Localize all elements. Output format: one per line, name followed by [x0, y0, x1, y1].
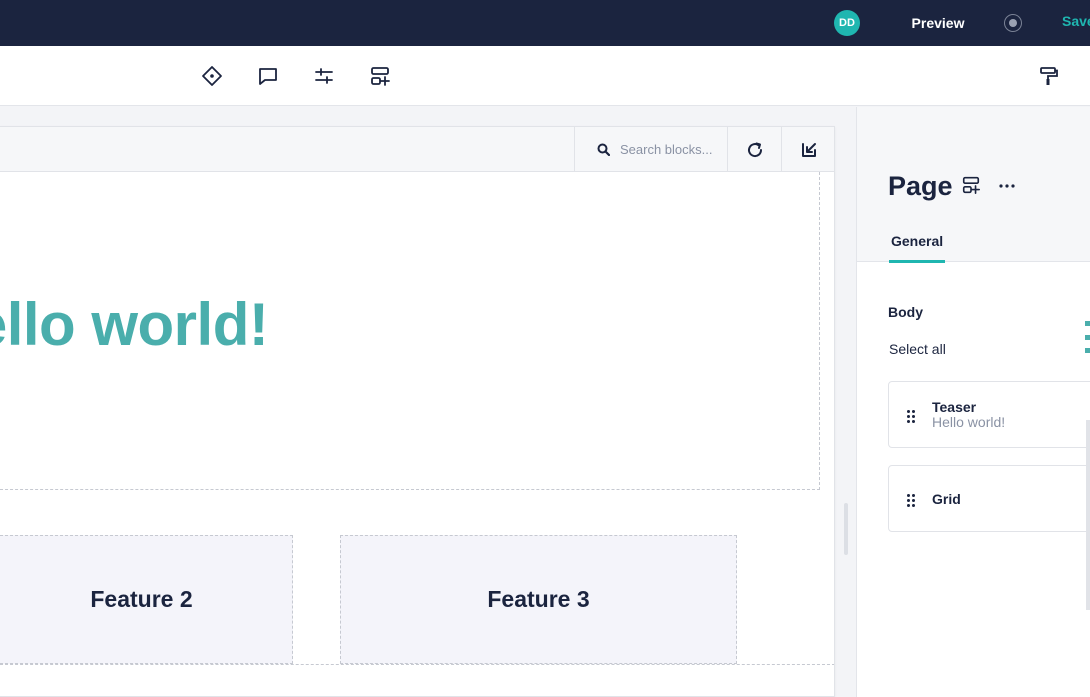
- paint-roller-icon[interactable]: [1034, 62, 1062, 90]
- search-input[interactable]: [620, 142, 720, 157]
- add-block-icon[interactable]: [961, 175, 981, 200]
- teaser-heading: Hello world!: [0, 291, 269, 358]
- refresh-icon[interactable]: [727, 127, 781, 172]
- block-item-teaser[interactable]: Teaser Hello world!: [888, 381, 1090, 448]
- select-all-link[interactable]: Select all: [889, 341, 946, 357]
- resize-handle[interactable]: [844, 503, 848, 555]
- user-avatar[interactable]: DD: [834, 10, 860, 36]
- canvas-area: Hello world! Feature 2 Feature 3: [0, 107, 856, 697]
- drag-handle-icon[interactable]: [907, 494, 915, 507]
- body-section-label: Body: [888, 304, 923, 320]
- feature-title: Feature 2: [90, 586, 193, 612]
- diamond-icon[interactable]: [198, 62, 226, 90]
- record-icon[interactable]: [1004, 14, 1022, 32]
- grid-divider: [0, 664, 834, 665]
- feature-title: Feature 3: [487, 586, 590, 612]
- drag-handle-icon[interactable]: [907, 410, 915, 423]
- preview-frame: Hello world! Feature 2 Feature 3: [0, 126, 835, 697]
- block-search: [574, 127, 728, 172]
- properties-panel: Page General Body Select all Teaser Hell…: [856, 107, 1090, 697]
- block-item-grid[interactable]: Grid: [888, 465, 1090, 532]
- search-icon: [597, 143, 610, 156]
- block-item-title: Teaser: [932, 399, 977, 415]
- feature-card[interactable]: Feature 3: [340, 535, 737, 664]
- tab-general[interactable]: General: [889, 233, 946, 263]
- panel-header: Page General: [857, 107, 1090, 263]
- add-block-icon[interactable]: [366, 62, 394, 90]
- arrow-down-left-icon[interactable]: [781, 127, 834, 172]
- teaser-block[interactable]: Hello world!: [0, 172, 820, 490]
- editor-toolbar: [0, 46, 1090, 106]
- preview-button[interactable]: Preview: [900, 13, 976, 33]
- feature-card[interactable]: Feature 2: [0, 535, 293, 664]
- more-icon[interactable]: [999, 179, 1015, 189]
- save-button[interactable]: Save: [1062, 13, 1090, 29]
- comment-icon[interactable]: [254, 62, 282, 90]
- frame-toolbar: [0, 127, 834, 172]
- add-block-indicator[interactable]: [1085, 321, 1090, 353]
- panel-scrollbar[interactable]: [1086, 420, 1090, 610]
- block-item-title: Grid: [932, 491, 961, 507]
- panel-title: Page: [888, 171, 953, 201]
- block-item-subtitle: Hello world!: [932, 414, 1006, 430]
- top-bar: DD Preview Save: [0, 0, 1090, 46]
- sliders-icon[interactable]: [310, 62, 338, 90]
